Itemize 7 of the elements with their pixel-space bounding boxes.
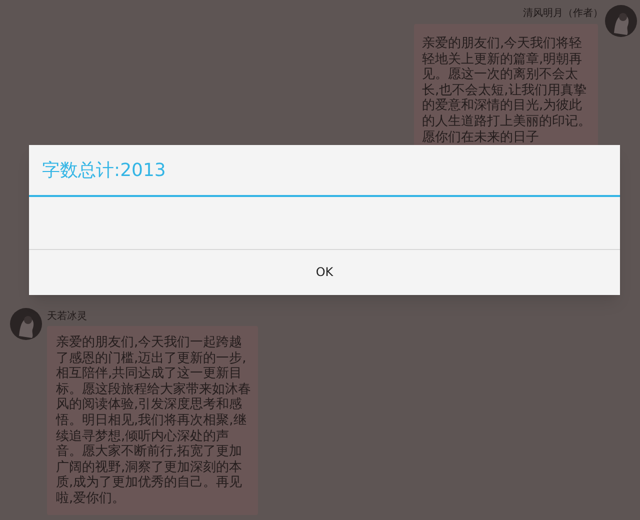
author-name: 清风明月（作者） [523, 8, 603, 20]
author-name: 天若冰灵 [47, 311, 88, 323]
dialog-title: 字数总计:2013 [29, 145, 620, 197]
message-bubble: 亲爱的朋友们,今天我们一起跨越了感恩的门槛,迈出了更新的一步,相互陪伴,共同达成了这一更新目标。愿这段旅程给大家带来如沐春风的阅读体验,引发深度思考和感悟。明日相见,我们将再次相聚,继续追寻梦想,倾听内心深处的声音。愿大家不断前行,拓宽了更加广阔的视野,洞察了更加深刻的本质,成为了更加优秀的自己。再见啦,爱你们。 [47, 326, 258, 515]
avatar-icon [605, 5, 637, 37]
ok-button[interactable]: OK [29, 249, 620, 294]
avatar-icon [10, 308, 42, 340]
